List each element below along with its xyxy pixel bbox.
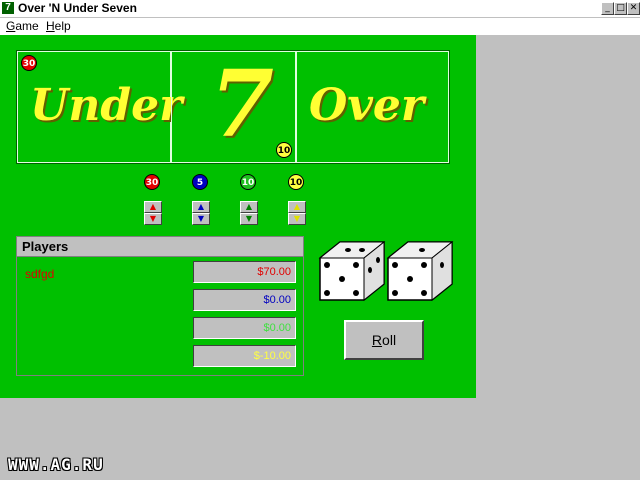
chip-5[interactable]: 5 — [192, 174, 208, 190]
seven-label: 7 — [210, 50, 275, 158]
chip-30[interactable]: 30 — [144, 174, 160, 190]
roll-label-rest: oll — [382, 332, 397, 348]
menu-help[interactable]: Help — [46, 19, 71, 33]
betting-board: Under 30 7 10 Over — [16, 50, 450, 164]
balance-yellow: $-10.00 — [193, 345, 296, 367]
menu-game-accel: G — [6, 19, 16, 33]
chip-10-yellow-up-button[interactable]: ▲ — [288, 201, 306, 213]
balance-red: $70.00 — [193, 261, 296, 283]
under-label: Under — [30, 80, 183, 131]
chip-10-yellow[interactable]: 10 — [288, 174, 304, 190]
title-bar: 7 Over 'N Under Seven _ □ ✕ — [0, 0, 640, 18]
menu-help-rest: elp — [54, 19, 71, 33]
chip-30-up-button[interactable]: ▲ — [144, 201, 162, 213]
menu-bar: Game Help — [0, 18, 640, 35]
under-chip: 30 — [21, 55, 37, 71]
window-title: Over 'N Under Seven — [18, 1, 137, 15]
app-icon[interactable]: 7 — [2, 2, 14, 14]
chip-10-green-down-button[interactable]: ▼ — [240, 213, 258, 225]
players-panel: Players sdfgd $70.00 $0.00 $0.00 $-10.00 — [16, 236, 304, 376]
die-1 — [318, 240, 386, 302]
menu-help-accel: H — [46, 19, 55, 33]
balance-blue: $0.00 — [193, 289, 296, 311]
player-name[interactable]: sdfgd — [25, 267, 54, 281]
die-2 — [386, 240, 454, 302]
roll-accel: R — [371, 332, 383, 348]
players-header: Players — [17, 237, 303, 257]
site-watermark: WWW.AG.RU — [8, 455, 104, 474]
chip-30-down-button[interactable]: ▼ — [144, 213, 162, 225]
over-label: Over — [309, 80, 425, 131]
chip-10-yellow-down-button[interactable]: ▼ — [288, 213, 306, 225]
chip-5-down-button[interactable]: ▼ — [192, 213, 210, 225]
roll-button[interactable]: Roll — [344, 320, 424, 360]
menu-game[interactable]: Game — [6, 19, 39, 33]
chip-10-green-up-button[interactable]: ▲ — [240, 201, 258, 213]
minimize-button[interactable]: _ — [601, 2, 614, 15]
balance-green: $0.00 — [193, 317, 296, 339]
under-bet-area[interactable]: Under 30 — [17, 51, 182, 163]
over-bet-area[interactable]: Over — [296, 51, 449, 163]
seven-bet-area[interactable]: 7 10 — [171, 51, 296, 163]
seven-chip: 10 — [276, 142, 292, 158]
chip-10-green[interactable]: 10 — [240, 174, 256, 190]
close-button[interactable]: ✕ — [627, 2, 640, 15]
chip-5-up-button[interactable]: ▲ — [192, 201, 210, 213]
menu-game-rest: ame — [15, 19, 39, 33]
maximize-button[interactable]: □ — [614, 2, 627, 15]
